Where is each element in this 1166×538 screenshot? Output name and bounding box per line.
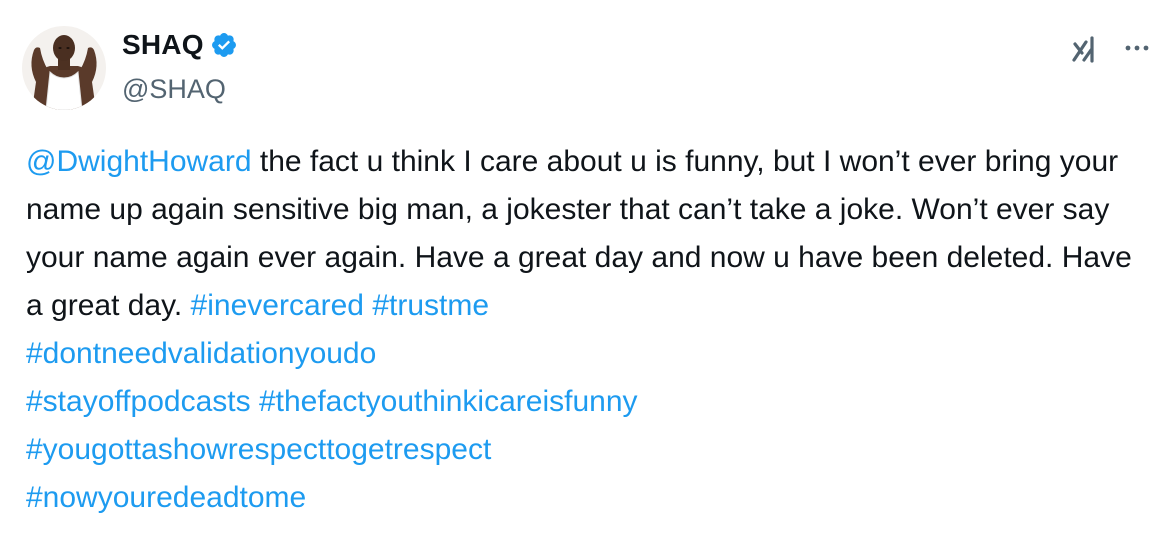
hashtag-link[interactable]: #thefactyouthinkicareisfunny	[259, 385, 638, 418]
hashtag-link[interactable]: #stayoffpodcasts	[26, 385, 251, 418]
hashtag-link[interactable]: #yougottashowrespecttogetrespect	[26, 433, 491, 466]
hashtag-link[interactable]: #trustme	[372, 289, 489, 322]
tweet-card: SHAQ @SHAQ @DwightHoward the fact u thin…	[0, 0, 1166, 538]
tweet-text: @DwightHoward the fact u think I care ab…	[26, 138, 1146, 522]
avatar[interactable]	[22, 26, 106, 110]
mention-link[interactable]: @DwightHoward	[26, 145, 252, 178]
avatar-image	[22, 26, 106, 110]
hashtag-link[interactable]: #dontneedvalidationyoudo	[26, 337, 376, 370]
grok-icon[interactable]	[1070, 34, 1100, 64]
hashtag-link[interactable]: #nowyouredeadtome	[26, 481, 306, 514]
verified-badge-icon	[210, 31, 238, 59]
more-icon[interactable]	[1122, 40, 1152, 56]
display-name[interactable]: SHAQ	[122, 28, 204, 62]
hashtag-link[interactable]: #inevercared	[191, 289, 364, 322]
handle[interactable]: @SHAQ	[122, 72, 226, 106]
name-row: SHAQ	[122, 28, 238, 62]
